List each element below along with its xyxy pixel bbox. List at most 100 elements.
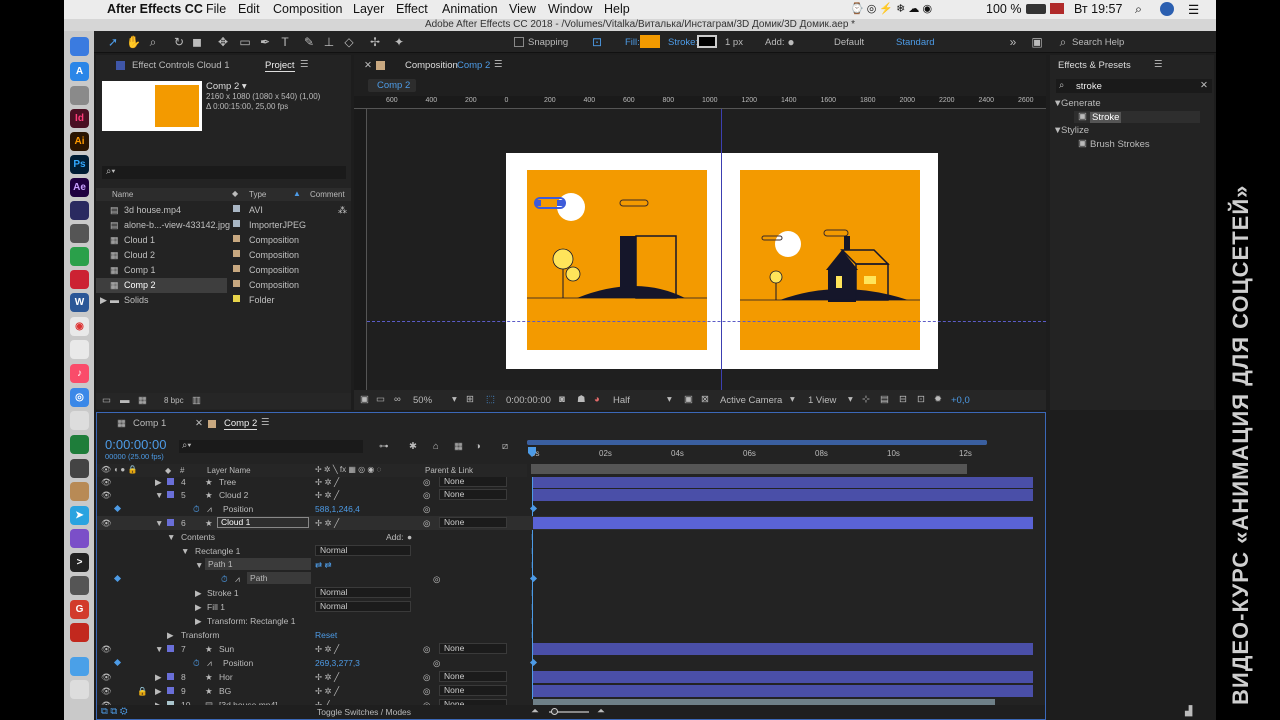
expand-icon[interactable]: ▶ bbox=[167, 630, 174, 641]
tab-effect-controls[interactable]: Effect Controls Cloud 1 bbox=[132, 60, 230, 71]
layer-row-bg[interactable]: 👁 🔒 ▶ 9 ★ BG ✢ ✲ ╱ ◎ None bbox=[97, 684, 1033, 698]
music-icon[interactable]: ♪ bbox=[70, 364, 89, 383]
list-item[interactable]: ▦ Cloud 2 Composition bbox=[96, 248, 351, 263]
viber-icon[interactable] bbox=[70, 529, 89, 548]
effect-item-stroke[interactable]: ▣ Stroke bbox=[1074, 111, 1200, 123]
toggle-pixel-icon[interactable]: ⊹ bbox=[862, 394, 870, 405]
panel-menu-icon[interactable]: ☰ bbox=[494, 59, 503, 70]
expression-pickwhip-icon[interactable]: ◎ bbox=[433, 574, 440, 585]
expand-icon[interactable]: ▼ bbox=[195, 560, 203, 570]
list-item[interactable]: ▶ ▬ Solids Folder bbox=[96, 293, 351, 308]
layer-duration-bar[interactable] bbox=[533, 489, 1033, 501]
list-item-selected-cols[interactable]: Composition bbox=[227, 278, 351, 293]
close-tab-icon[interactable]: ▦ bbox=[117, 418, 126, 429]
timeline-timecode[interactable]: 0:00:00:00 bbox=[105, 437, 166, 452]
time-ruler[interactable]: 0s 02s 04s 06s 08s 10s 12s bbox=[527, 437, 1045, 477]
parent-dropdown[interactable]: None bbox=[439, 643, 507, 654]
layer-row-cloud2[interactable]: 👁 ▼ 5 ★ Cloud 2 ✢ ✲ ╱ ◎ None bbox=[97, 488, 1033, 502]
brush-tool-icon[interactable]: ✎ bbox=[302, 35, 316, 49]
parent-pickwhip-icon[interactable]: ◎ bbox=[423, 686, 430, 697]
flowchart-tab[interactable]: Comp 2 bbox=[368, 79, 416, 92]
stroke-color-swatch[interactable] bbox=[697, 35, 717, 48]
parent-dropdown[interactable]: None bbox=[439, 517, 507, 528]
telegram-icon[interactable]: ➤ bbox=[70, 506, 89, 525]
type-tool-icon[interactable]: T bbox=[278, 35, 292, 49]
parent-pickwhip-icon[interactable]: ◎ bbox=[423, 672, 430, 683]
blend-mode-dropdown[interactable]: Normal bbox=[315, 601, 411, 612]
col-parent[interactable]: Parent & Link bbox=[425, 466, 473, 475]
visibility-icon[interactable]: 👁 bbox=[101, 518, 112, 529]
property-row-contents[interactable]: ▼ Contents Add: ● I bbox=[97, 530, 1033, 544]
keyframe[interactable] bbox=[529, 574, 538, 583]
frame-blending-icon[interactable]: ▦ bbox=[454, 441, 463, 452]
menu-edit[interactable]: Edit bbox=[238, 2, 260, 16]
exposure-value[interactable]: +0,0 bbox=[951, 395, 970, 406]
parent-pickwhip-icon[interactable]: ◎ bbox=[423, 490, 430, 501]
list-item[interactable]: ▤ 3d house.mp4 AVI ⁂ bbox=[96, 203, 351, 218]
zoom-dropdown[interactable]: 50% bbox=[413, 395, 432, 406]
timecode-display[interactable]: 0:00:00:00 bbox=[506, 395, 551, 406]
menu-help[interactable]: Help bbox=[604, 2, 630, 16]
eraser-tool-icon[interactable]: ◇ bbox=[342, 35, 356, 49]
menu-composition[interactable]: Composition bbox=[273, 2, 342, 16]
panel-menu-icon[interactable]: ☰ bbox=[300, 59, 309, 70]
switches-icons[interactable]: ✢ ✲ ╱ bbox=[315, 477, 339, 488]
col-layer-name[interactable]: Layer Name bbox=[207, 466, 251, 475]
view-layout-dropdown[interactable]: 1 View bbox=[808, 395, 836, 406]
expand-icon[interactable]: ▼ bbox=[155, 490, 163, 500]
finder-icon[interactable] bbox=[70, 37, 89, 56]
illustrator-icon[interactable]: Ai bbox=[70, 132, 89, 151]
keyframe-nav-icon[interactable] bbox=[113, 504, 122, 513]
effect-item-brush-strokes[interactable]: ▣ Brush Strokes bbox=[1074, 138, 1200, 150]
path-direction-icon[interactable]: ⇄ ⇄ bbox=[315, 560, 332, 571]
add-label[interactable]: Add: bbox=[386, 532, 404, 542]
camera-dropdown[interactable]: Active Camera bbox=[720, 395, 782, 406]
rectangle-tool-icon[interactable]: ▭ bbox=[238, 35, 252, 49]
puppet-tool-icon[interactable]: ✦ bbox=[392, 35, 406, 49]
app-icon[interactable] bbox=[70, 270, 89, 289]
expand-icon[interactable]: ▼ bbox=[181, 546, 189, 556]
property-row-transform-rect[interactable]: ▶ Transform: Rectangle 1 I bbox=[97, 614, 1033, 628]
work-area-range[interactable] bbox=[527, 440, 987, 445]
property-row-fill1[interactable]: ▶ Fill 1 Normal I bbox=[97, 600, 1033, 614]
layer-row-cloud1-selected[interactable]: 👁 ▼ 6 ★ Cloud 1 ✢ ✲ ╱ ◎ None bbox=[97, 516, 1033, 530]
parent-pickwhip-icon[interactable]: ◎ bbox=[423, 518, 430, 529]
position-value[interactable]: 588,1,246,4 bbox=[315, 504, 360, 514]
resize-icon[interactable]: ▟ bbox=[1185, 706, 1192, 717]
zoom-slider-handle[interactable] bbox=[551, 708, 558, 715]
tab-composition-name[interactable]: Comp 2 bbox=[457, 60, 490, 71]
expand-icon[interactable]: ▶ bbox=[155, 686, 162, 697]
motion-blur-icon[interactable]: ◑ bbox=[475, 441, 481, 452]
category-stylize[interactable]: Stylize bbox=[1061, 125, 1089, 136]
acrobat-icon[interactable] bbox=[70, 623, 89, 642]
search-help-icon[interactable]: ⌕ bbox=[1056, 35, 1070, 49]
show-snapshot-icon[interactable]: ☗ bbox=[577, 394, 586, 405]
channel-icon[interactable]: ◕ bbox=[594, 394, 600, 405]
add-icon[interactable]: ● bbox=[784, 35, 798, 49]
effects-title[interactable]: Effects & Presets bbox=[1058, 60, 1131, 71]
shy-layers-icon[interactable]: ⌂ bbox=[433, 441, 439, 452]
layer-duration-bar[interactable] bbox=[533, 477, 1033, 488]
menu-effect[interactable]: Effect bbox=[396, 2, 428, 16]
aftereffects-icon[interactable]: Ae bbox=[70, 178, 89, 197]
stopwatch-icon[interactable]: ⏱ bbox=[193, 658, 200, 669]
comp-mini-flowchart-icon[interactable]: ⊶ bbox=[379, 441, 389, 452]
col-type[interactable]: Type bbox=[249, 190, 266, 199]
keyframe[interactable] bbox=[529, 658, 538, 667]
layer-duration-bar[interactable] bbox=[533, 517, 1033, 529]
reset-link[interactable]: Reset bbox=[315, 630, 337, 640]
switches-icons[interactable]: ✢ ✲ ╱ bbox=[315, 490, 339, 501]
calendar-icon[interactable] bbox=[70, 340, 89, 359]
appstore-icon[interactable]: A bbox=[70, 62, 89, 81]
list-item[interactable]: ▤ alone-b...-view-433142.jpg ImporterJPEG bbox=[96, 218, 351, 233]
chevron-down-icon[interactable]: ▾ bbox=[667, 394, 672, 405]
chevron-down-icon[interactable]: ▾ bbox=[790, 394, 795, 405]
clone-tool-icon[interactable]: ⊥ bbox=[322, 35, 336, 49]
bpc-label[interactable]: 8 bpc bbox=[164, 396, 184, 405]
grid-icon[interactable]: ⊞ bbox=[466, 394, 474, 405]
app-menu[interactable]: After Effects CC bbox=[107, 2, 203, 16]
monitor-icon[interactable]: ▭ bbox=[376, 394, 385, 405]
expression-pickwhip-icon[interactable]: ◎ bbox=[433, 658, 440, 669]
switches-icons[interactable]: ✢ ✲ ╱ bbox=[315, 644, 339, 655]
new-comp-icon[interactable]: ▦ bbox=[138, 395, 147, 406]
